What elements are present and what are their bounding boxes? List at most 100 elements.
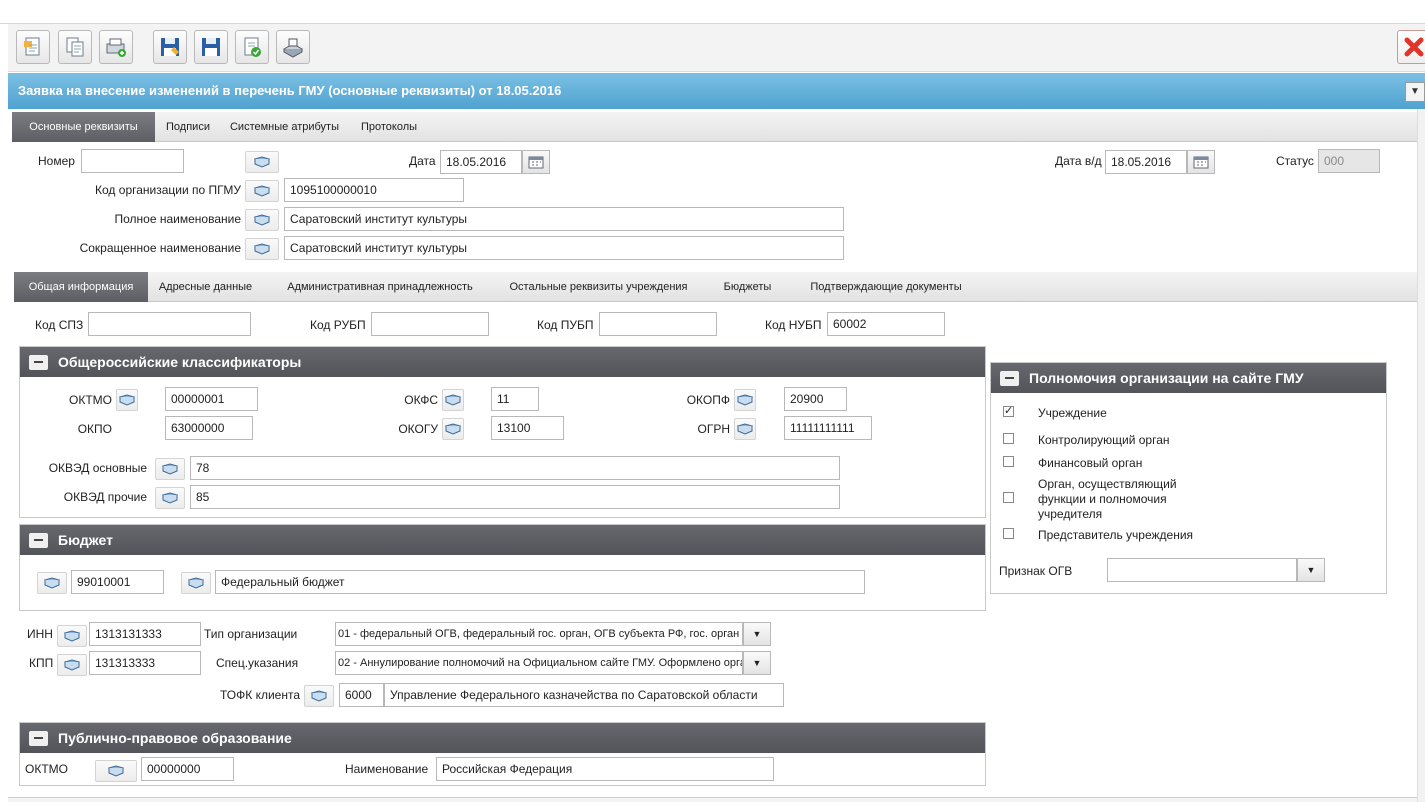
book-icon	[254, 185, 270, 197]
checkbox-controlling-body-label: Контролирующий орган	[1038, 433, 1170, 447]
ogv-select[interactable]	[1107, 558, 1297, 582]
okved-main-input[interactable]: 78	[190, 456, 840, 480]
book-icon	[254, 243, 270, 255]
pubp-input[interactable]	[599, 312, 717, 336]
collapse-icon[interactable]	[29, 731, 48, 746]
save-as-button[interactable]	[153, 30, 187, 64]
short-name-label: Сокращенное наименование	[79, 241, 241, 255]
title-dropdown-button[interactable]: ▼	[1405, 82, 1425, 102]
kpp-lookup-button[interactable]	[57, 654, 87, 676]
oktmo-lookup-button[interactable]	[116, 389, 138, 411]
public-entity-panel-header: Публично-правовое образование	[20, 723, 985, 753]
tab-general-info[interactable]: Общая информация	[14, 272, 148, 302]
spec-select[interactable]: 02 - Аннулирование полномочий на Официал…	[335, 651, 743, 675]
datevd-calendar-button[interactable]	[1187, 150, 1215, 174]
nomer-lookup-button[interactable]	[245, 151, 279, 173]
tab-admin-affiliation[interactable]: Административная принадлежность	[271, 272, 489, 302]
date-input[interactable]: 18.05.2016	[440, 150, 522, 174]
okopf-lookup-button[interactable]	[734, 389, 756, 411]
org-code-input[interactable]: 1095100000010	[284, 178, 464, 202]
okfs-lookup-button[interactable]	[442, 389, 464, 411]
inn-lookup-button[interactable]	[57, 625, 87, 647]
budget-code-lookup-button[interactable]	[37, 572, 67, 594]
spz-input[interactable]	[88, 312, 251, 336]
org-code-lookup-button[interactable]	[245, 180, 279, 202]
public-oktmo-lookup-button[interactable]	[95, 760, 137, 782]
budget-name-lookup-button[interactable]	[181, 572, 211, 594]
checkbox-institution[interactable]: ✓	[1003, 406, 1014, 417]
tab-signatures[interactable]: Подписи	[155, 112, 221, 142]
save-as-icon	[161, 38, 179, 56]
okved-main-lookup-button[interactable]	[155, 458, 185, 480]
approve-document-button[interactable]	[235, 30, 269, 64]
powers-panel-header: Полномочия организации на сайте ГМУ	[991, 363, 1386, 393]
copy-document-button[interactable]	[58, 30, 92, 64]
full-name-input[interactable]: Саратовский институт культуры	[284, 207, 844, 231]
calendar-icon	[528, 156, 544, 169]
full-name-lookup-button[interactable]	[245, 209, 279, 231]
collapse-icon[interactable]	[29, 533, 48, 548]
public-oktmo-input[interactable]: 00000000	[141, 757, 234, 781]
horizontal-scrollbar[interactable]	[8, 797, 1417, 802]
okpo-input[interactable]: 63000000	[165, 416, 253, 440]
close-button[interactable]	[1397, 30, 1425, 64]
rubp-input[interactable]	[371, 312, 489, 336]
oktmo-input[interactable]: 00000001	[165, 387, 258, 411]
okved-other-input[interactable]: 85	[190, 485, 840, 509]
short-name-lookup-button[interactable]	[245, 238, 279, 260]
kpp-input[interactable]: 131313333	[89, 651, 201, 675]
new-document-button[interactable]	[16, 30, 50, 64]
public-oktmo-label: ОКТМО	[25, 762, 68, 776]
vertical-scrollbar[interactable]	[1417, 109, 1425, 802]
ogrn-input[interactable]: 11111111111	[784, 416, 872, 440]
tab-confirming-documents[interactable]: Подтверждающие документы	[797, 272, 975, 302]
add-print-button[interactable]	[99, 30, 133, 64]
ogrn-lookup-button[interactable]	[734, 418, 756, 440]
powers-panel-title: Полномочия организации на сайте ГМУ	[1029, 370, 1304, 386]
ogv-dropdown-button[interactable]: ▼	[1297, 558, 1325, 582]
checkbox-institution-representative[interactable]	[1003, 528, 1014, 539]
print-button[interactable]	[276, 30, 310, 64]
public-name-label: Наименование	[345, 762, 429, 776]
tab-budgets[interactable]: Бюджеты	[714, 272, 781, 302]
tab-other-requisites[interactable]: Остальные реквизиты учреждения	[498, 272, 699, 302]
collapse-icon[interactable]	[29, 355, 48, 370]
date-label: Дата	[409, 154, 436, 168]
nubp-input[interactable]: 60002	[827, 312, 945, 336]
checkbox-controlling-body[interactable]	[1003, 433, 1014, 444]
tab-system-attributes[interactable]: Системные атрибуты	[221, 112, 348, 142]
book-icon	[254, 156, 270, 168]
org-type-dropdown-button[interactable]: ▼	[743, 622, 771, 646]
okogu-lookup-button[interactable]	[442, 418, 464, 440]
org-code-label: Код организации по ПГМУ	[95, 183, 241, 197]
okfs-input[interactable]: 11	[491, 387, 539, 411]
book-icon	[311, 690, 327, 702]
nomer-input[interactable]	[81, 149, 184, 173]
budget-code-input[interactable]: 99010001	[71, 570, 164, 594]
okopf-input[interactable]: 20900	[784, 387, 847, 411]
inn-input[interactable]: 1313131333	[89, 622, 201, 646]
datevd-input[interactable]: 18.05.2016	[1105, 150, 1187, 174]
checkbox-founder-body[interactable]	[1003, 492, 1014, 503]
tofk-lookup-button[interactable]	[304, 685, 334, 707]
org-type-select[interactable]: 01 - федеральный ОГВ, федеральный гос. о…	[335, 622, 743, 646]
kpp-label: КПП	[29, 656, 54, 670]
okved-other-label: ОКВЭД прочие	[63, 490, 147, 504]
collapse-icon[interactable]	[1000, 371, 1019, 386]
short-name-input[interactable]: Саратовский институт культуры	[284, 236, 844, 260]
checkbox-financial-body[interactable]	[1003, 456, 1014, 467]
budget-name-input[interactable]: Федеральный бюджет	[215, 570, 865, 594]
tofk-code-input[interactable]: 6000	[339, 683, 384, 707]
tab-protocols[interactable]: Протоколы	[348, 112, 430, 142]
spec-dropdown-button[interactable]: ▼	[743, 651, 771, 675]
tab-address[interactable]: Адресные данные	[148, 272, 263, 302]
date-calendar-button[interactable]	[522, 150, 550, 174]
classifiers-panel-header: Общероссийские классификаторы	[20, 347, 985, 377]
save-button[interactable]	[194, 30, 228, 64]
okved-other-lookup-button[interactable]	[155, 487, 185, 509]
tofk-name-input[interactable]: Управление Федерального казначейства по …	[384, 683, 784, 707]
spec-label: Спец.указания	[216, 656, 299, 670]
public-name-input[interactable]: Российская Федерация	[436, 757, 774, 781]
tab-main-requisites[interactable]: Основные реквизиты	[12, 112, 155, 142]
okogu-input[interactable]: 13100	[491, 416, 564, 440]
